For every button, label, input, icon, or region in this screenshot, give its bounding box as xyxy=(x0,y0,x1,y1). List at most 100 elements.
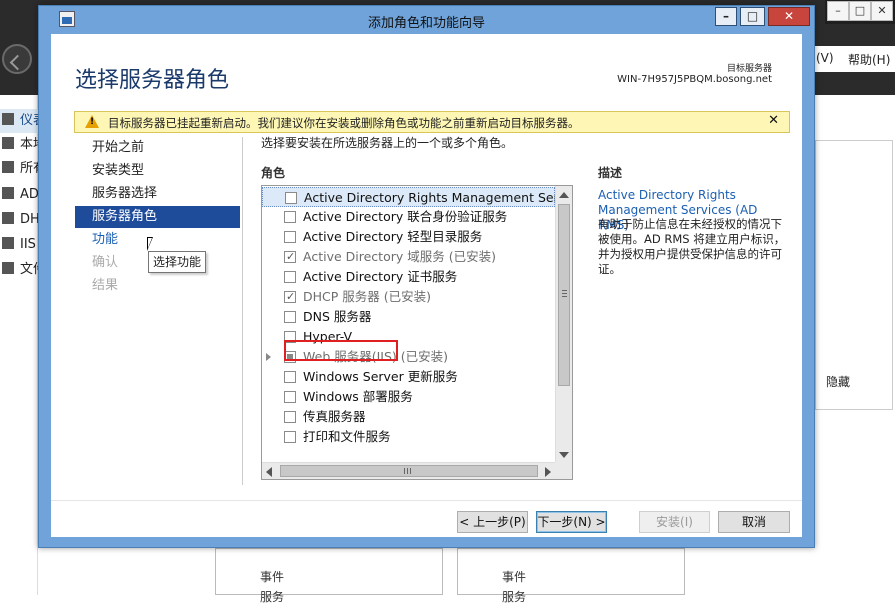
server-manager-right-panel xyxy=(815,140,893,410)
role-checkbox[interactable] xyxy=(284,431,296,443)
wizard-client-area: 选择服务器角色 目标服务器 WIN-7H957J5PBQM.bosong.net… xyxy=(51,34,802,537)
menu-help[interactable]: 帮助(H) xyxy=(848,51,890,68)
scroll-up-icon[interactable] xyxy=(559,192,569,198)
role-label: Active Directory 轻型目录服务 xyxy=(303,229,483,244)
scroll-right-icon[interactable] xyxy=(545,467,551,477)
network-icon xyxy=(2,212,14,224)
close-icon[interactable]: ✕ xyxy=(871,1,893,21)
scroll-thumb[interactable] xyxy=(558,204,570,386)
sidebar-item-adds[interactable]: AD DS xyxy=(0,183,38,207)
sidebar-item-all-servers[interactable]: 所有服务器 xyxy=(0,157,38,181)
install-button: 安装(I) xyxy=(639,511,710,533)
role-checkbox[interactable] xyxy=(284,391,296,403)
minimize-icon[interactable]: – xyxy=(715,7,737,26)
roles-vertical-scrollbar[interactable] xyxy=(555,186,572,462)
role-checkbox[interactable] xyxy=(284,211,296,223)
role-label: Active Directory 证书服务 xyxy=(303,269,458,284)
scroll-left-icon[interactable] xyxy=(266,467,272,477)
role-label: Active Directory Rights Management Servi… xyxy=(304,190,573,205)
server-manager-bottom-tiles: 事件 服务 事件 服务 xyxy=(215,548,895,604)
grip-icon xyxy=(562,290,567,297)
role-row[interactable]: 打印和文件服务 xyxy=(262,427,555,447)
features-tooltip: 选择功能 xyxy=(148,251,207,273)
servers-icon xyxy=(2,161,14,173)
scroll-down-icon[interactable] xyxy=(559,452,569,458)
server-manager-menubar: (V) 帮助(H) xyxy=(812,46,895,72)
expand-arrow-icon[interactable] xyxy=(266,353,271,361)
cancel-button[interactable]: 取消 xyxy=(718,511,790,533)
web-server-icon xyxy=(2,237,14,249)
role-row[interactable]: Active Directory 证书服务 xyxy=(262,267,555,287)
sidebar-item-local-server[interactable]: 本地服务器 xyxy=(0,133,38,157)
server-manager-sidebar: 仪表板 本地服务器 所有服务器 AD DS DHCP IIS 文件和存储服务 xyxy=(0,95,38,595)
role-row[interactable]: DHCP 服务器 (已安装) xyxy=(262,287,555,307)
role-label: 打印和文件服务 xyxy=(303,429,391,444)
role-row[interactable]: Active Directory 域服务 (已安装) xyxy=(262,247,555,267)
role-checkbox[interactable] xyxy=(284,271,296,283)
roles-header: 角色 xyxy=(261,166,286,180)
role-row[interactable]: 传真服务器 xyxy=(262,407,555,427)
nav-installation-type[interactable]: 安装类型 xyxy=(75,160,240,182)
tile-services-label[interactable]: 服务 xyxy=(260,588,284,605)
role-label: DHCP 服务器 (已安装) xyxy=(303,289,431,304)
role-checkbox[interactable] xyxy=(285,192,297,204)
role-row[interactable]: Windows 部署服务 xyxy=(262,387,555,407)
role-row[interactable]: Active Directory 联合身份验证服务 xyxy=(262,207,555,227)
role-row[interactable]: DNS 服务器 xyxy=(262,307,555,327)
role-label: 传真服务器 xyxy=(303,409,366,424)
sidebar-item-dashboard[interactable]: 仪表板 xyxy=(0,109,38,133)
nav-results: 结果 xyxy=(92,278,119,293)
description-body: 有助于防止信息在未经授权的情况下被使用。AD RMS 将建立用户标识，并为授权用… xyxy=(598,217,786,276)
tile-events-label-2[interactable]: 事件 xyxy=(502,568,526,585)
role-label: Active Directory 联合身份验证服务 xyxy=(303,209,508,224)
maximize-icon[interactable]: □ xyxy=(740,7,765,26)
role-row[interactable]: Windows Server 更新服务 xyxy=(262,367,555,387)
minimize-icon[interactable]: – xyxy=(827,1,849,21)
pending-restart-warning: 目标服务器已挂起重新启动。我们建议你在安装或删除角色或功能之前重新启动目标服务器… xyxy=(74,111,790,133)
role-checkbox xyxy=(284,287,296,307)
button-bar-divider xyxy=(51,500,802,501)
close-icon[interactable]: ✕ xyxy=(768,7,810,26)
role-checkbox[interactable] xyxy=(284,311,296,323)
role-label: Windows Server 更新服务 xyxy=(303,369,458,384)
sidebar-item-iis[interactable]: IIS xyxy=(0,233,38,257)
scroll-thumb-horizontal[interactable] xyxy=(280,465,538,477)
dashboard-icon xyxy=(2,113,14,125)
server-manager-window-controls: – □ ✕ xyxy=(825,0,895,24)
nav-server-roles[interactable]: 服务器角色 xyxy=(75,206,240,228)
page-title: 选择服务器角色 xyxy=(75,68,230,93)
close-icon[interactable]: ✕ xyxy=(768,113,779,128)
scroll-corner xyxy=(555,462,572,479)
server-icon xyxy=(2,137,14,149)
nav-before-you-begin[interactable]: 开始之前 xyxy=(75,137,240,159)
role-checkbox[interactable] xyxy=(284,411,296,423)
menu-view[interactable]: (V) xyxy=(816,51,834,65)
nav-features[interactable]: 功能 xyxy=(75,229,240,251)
role-checkbox xyxy=(284,247,296,267)
role-row[interactable]: Active Directory Rights Management Servi… xyxy=(262,187,572,207)
target-server-label: 目标服务器 xyxy=(726,64,772,74)
wizard-title: 添加角色和功能向导 xyxy=(367,16,485,31)
directory-icon xyxy=(2,187,14,199)
next-button[interactable]: 下一步(N) > xyxy=(536,511,607,533)
role-checkbox[interactable] xyxy=(284,371,296,383)
back-arrow-icon[interactable] xyxy=(2,44,32,74)
maximize-icon[interactable]: □ xyxy=(849,1,871,21)
hide-link[interactable]: 隐藏 xyxy=(826,373,850,390)
wizard-titlebar[interactable]: 添加角色和功能向导 – □ ✕ xyxy=(39,6,814,34)
target-server-value: WIN-7H957J5PBQM.bosong.net xyxy=(617,74,772,85)
role-row[interactable]: Active Directory 轻型目录服务 xyxy=(262,227,555,247)
warning-text: 目标服务器已挂起重新启动。我们建议你在安装或删除角色或功能之前重新启动目标服务器… xyxy=(108,116,580,130)
nav-server-selection[interactable]: 服务器选择 xyxy=(75,183,240,205)
tile-left xyxy=(215,548,443,595)
nav-divider xyxy=(242,137,243,485)
sidebar-item-file-storage[interactable]: 文件和存储服务 xyxy=(0,258,38,282)
previous-button[interactable]: < 上一步(P) xyxy=(457,511,528,533)
role-checkbox[interactable] xyxy=(284,231,296,243)
role-label: Windows 部署服务 xyxy=(303,389,413,404)
tile-services-label-2[interactable]: 服务 xyxy=(502,588,526,605)
roles-horizontal-scrollbar[interactable] xyxy=(262,462,555,479)
sidebar-item-dhcp[interactable]: DHCP xyxy=(0,208,38,232)
tile-events-label[interactable]: 事件 xyxy=(260,568,284,585)
mouse-cursor-icon xyxy=(147,237,153,251)
